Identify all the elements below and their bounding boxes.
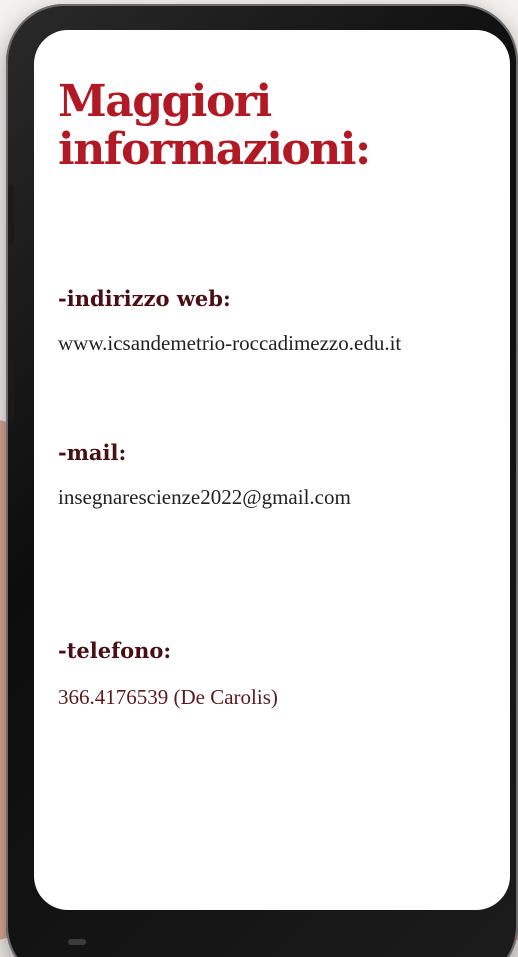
email-link[interactable]: insegnarescienze2022@gmail.com <box>58 485 351 510</box>
phone-side-button <box>8 359 14 419</box>
email-label: -mail: <box>58 440 127 465</box>
phone-frame: Maggiori informazioni: -indirizzo web: w… <box>6 4 518 957</box>
page-title: Maggiori informazioni: <box>58 76 371 175</box>
web-address-link[interactable]: www.icsandemetrio-roccadimezzo.edu.it <box>58 331 401 356</box>
phone-side-button <box>8 184 14 244</box>
phone-label: -telefono: <box>58 638 172 663</box>
web-address-label: -indirizzo web: <box>58 286 231 311</box>
speaker-grille <box>68 939 86 945</box>
title-line-2: informazioni: <box>58 124 371 175</box>
phone-screen: Maggiori informazioni: -indirizzo web: w… <box>34 30 510 910</box>
photo-background: Maggiori informazioni: -indirizzo web: w… <box>0 0 518 957</box>
phone-number-link[interactable]: 366.4176539 (De Carolis) <box>58 685 278 710</box>
title-line-1: Maggiori <box>58 76 272 127</box>
